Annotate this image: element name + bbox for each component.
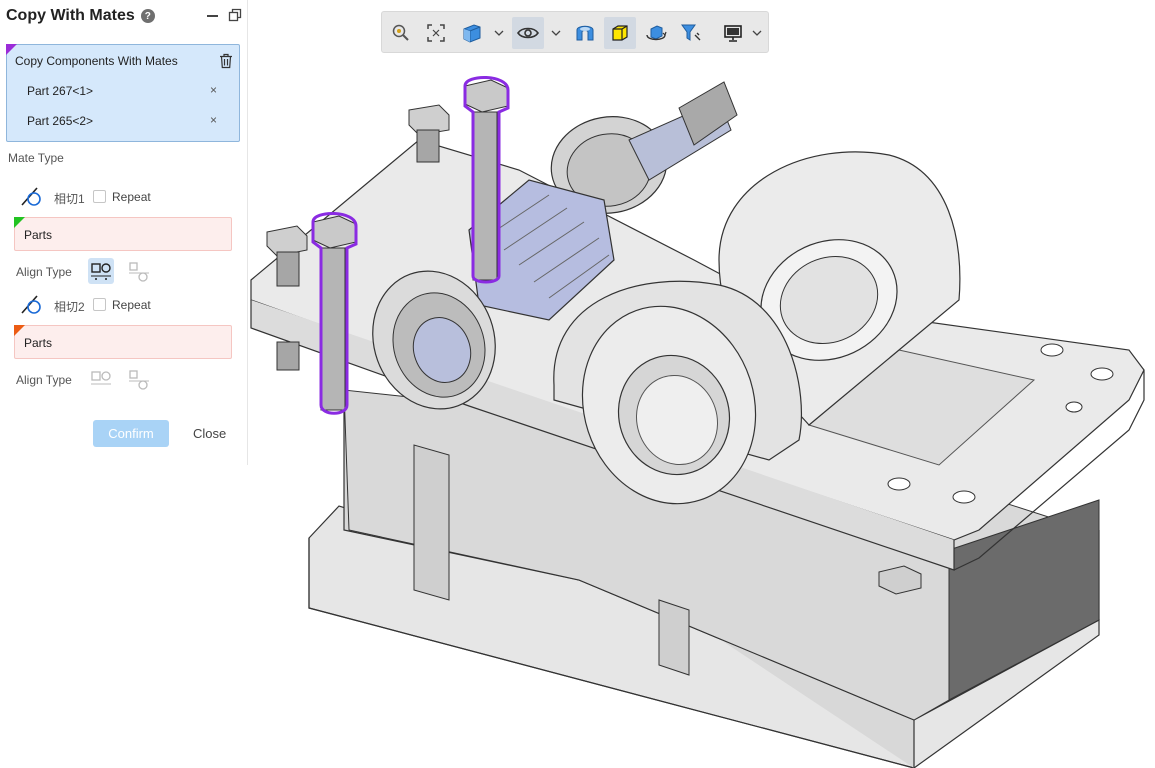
- chevron-down-icon[interactable]: [551, 28, 561, 38]
- zoom-button[interactable]: [385, 17, 417, 49]
- rotate-view-icon: [646, 25, 667, 41]
- parts-label-2: Parts: [24, 336, 53, 350]
- chevron-down-icon[interactable]: [752, 28, 762, 38]
- view-toolbar: [381, 11, 769, 53]
- components-title: Copy Components With Mates: [15, 54, 178, 68]
- restore-window-icon[interactable]: [228, 8, 242, 22]
- align-type-anti-aligned-button-2[interactable]: [126, 366, 152, 392]
- mate-name-1: 相切1: [54, 192, 85, 206]
- help-icon[interactable]: ?: [140, 9, 155, 23]
- repeat-label-1: Repeat: [112, 190, 151, 204]
- view-cube-icon: [463, 24, 481, 43]
- 3d-viewport[interactable]: [249, 60, 1155, 768]
- parts-color-tag-2: [14, 325, 25, 336]
- repeat-label-2: Repeat: [112, 298, 151, 312]
- mate-name-2: 相切2: [54, 300, 85, 314]
- zoom-icon: [392, 24, 409, 41]
- confirm-button[interactable]: Confirm: [93, 420, 169, 447]
- close-button[interactable]: Close: [193, 426, 226, 441]
- filter-icon: [681, 24, 701, 41]
- align-anti-aligned-icon: [129, 370, 149, 390]
- align-anti-aligned-icon: [129, 262, 149, 282]
- chevron-down-icon[interactable]: [494, 28, 504, 38]
- align-type-anti-aligned-button-1[interactable]: [126, 258, 152, 284]
- parts-field-2[interactable]: Parts: [14, 325, 232, 359]
- visibility-eye-icon: [517, 27, 539, 39]
- filter-button[interactable]: [675, 17, 707, 49]
- zoom-to-fit-button[interactable]: [420, 17, 452, 49]
- copy-with-mates-panel: Copy With Mates ? Copy Components With M…: [0, 0, 248, 465]
- repeat-checkbox-2[interactable]: [93, 298, 106, 311]
- align-type-aligned-button-1[interactable]: [88, 258, 114, 284]
- repeat-checkbox-1[interactable]: [93, 190, 106, 203]
- panel-title: Copy With Mates: [6, 7, 135, 24]
- gearbox-housing-model: [250, 75, 1145, 768]
- panel-header: Copy With Mates ?: [6, 6, 242, 26]
- zoom-to-fit-icon: [427, 24, 445, 42]
- display-style-icon: [612, 25, 628, 41]
- component-item-part-265[interactable]: Part 265<2>: [27, 114, 93, 128]
- view-orientation-button[interactable]: [456, 17, 488, 49]
- component-item-part-267[interactable]: Part 267<1>: [27, 84, 93, 98]
- parts-color-tag-1: [14, 217, 25, 228]
- align-aligned-icon: [91, 263, 111, 280]
- parts-field-1[interactable]: Parts: [14, 217, 232, 251]
- tangent-mate-icon: [21, 295, 41, 314]
- visibility-button[interactable]: [512, 17, 544, 49]
- minimize-icon[interactable]: [206, 8, 220, 22]
- align-type-aligned-button-2[interactable]: [88, 366, 114, 392]
- rotate-view-button[interactable]: [640, 17, 672, 49]
- display-style-button[interactable]: [604, 17, 636, 49]
- parts-label-1: Parts: [24, 228, 53, 242]
- components-selection-box[interactable]: Copy Components With Mates Part 267<1> ×…: [6, 44, 240, 142]
- monitor-icon: [724, 25, 742, 42]
- trash-icon[interactable]: [219, 53, 233, 69]
- align-aligned-icon: [91, 371, 111, 385]
- section-view-icon: [576, 25, 594, 41]
- section-view-button[interactable]: [569, 17, 601, 49]
- align-type-label-1: Align Type: [16, 265, 72, 279]
- tangent-mate-icon: [21, 187, 41, 206]
- remove-part-265-icon[interactable]: ×: [210, 113, 217, 127]
- mate-type-label: Mate Type: [8, 151, 64, 165]
- align-type-label-2: Align Type: [16, 373, 72, 387]
- monitor-button[interactable]: [717, 17, 749, 49]
- remove-part-267-icon[interactable]: ×: [210, 83, 217, 97]
